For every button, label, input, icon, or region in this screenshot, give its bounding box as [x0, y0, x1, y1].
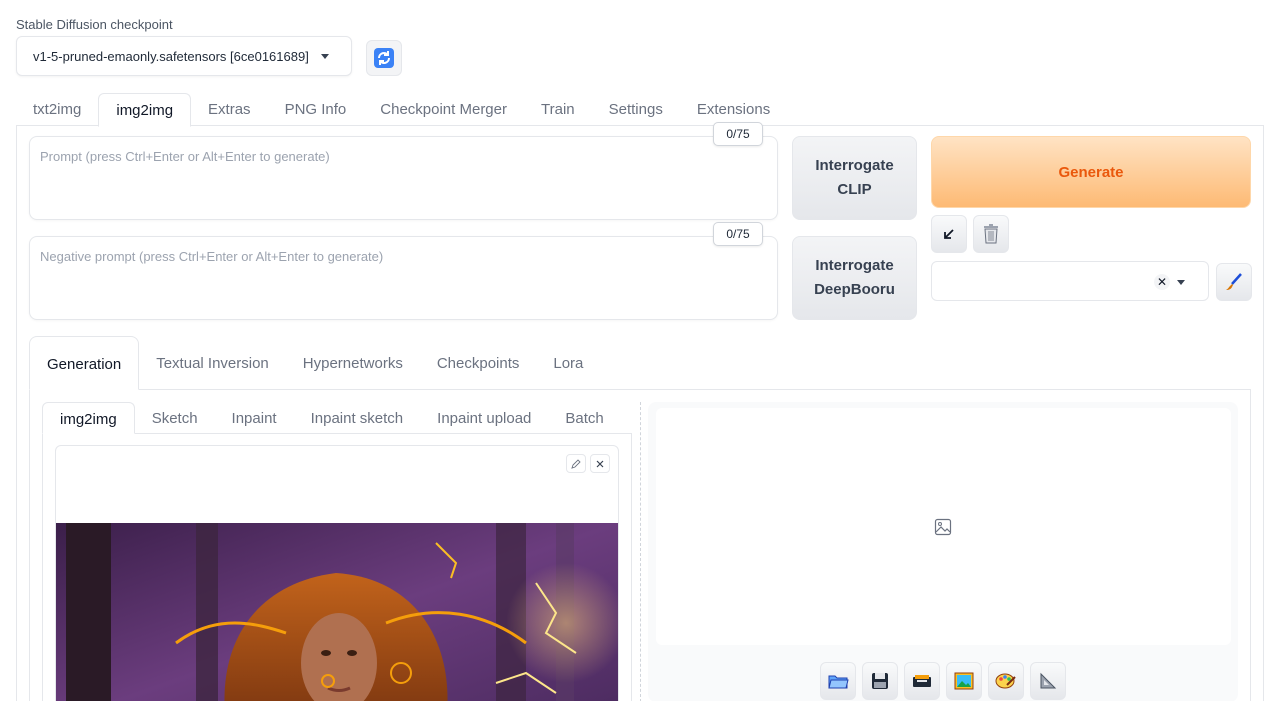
- save-icon: [872, 673, 888, 689]
- paintbrush-icon: [1226, 273, 1242, 290]
- tab-png-info[interactable]: PNG Info: [268, 93, 364, 127]
- prompt-placeholder: Prompt (press Ctrl+Enter or Alt+Enter to…: [40, 149, 330, 164]
- negative-prompt-placeholder: Negative prompt (press Ctrl+Enter or Alt…: [40, 249, 384, 264]
- edit-image-button[interactable]: [566, 454, 586, 473]
- input-image-preview: [56, 523, 618, 701]
- tab-txt2img[interactable]: txt2img: [16, 93, 98, 127]
- checkpoint-label: Stable Diffusion checkpoint: [16, 17, 173, 32]
- tab-train[interactable]: Train: [524, 93, 592, 127]
- image-placeholder-icon: [934, 518, 952, 536]
- trash-icon: [984, 224, 998, 244]
- negative-prompt-input[interactable]: Negative prompt (press Ctrl+Enter or Alt…: [29, 236, 778, 320]
- img2img-mode-tabs: img2img Sketch Inpaint Inpaint sketch In…: [42, 402, 621, 434]
- prompt-input[interactable]: Prompt (press Ctrl+Enter or Alt+Enter to…: [29, 136, 778, 220]
- generation-tabs: Generation Textual Inversion Hypernetwor…: [29, 336, 600, 390]
- interrogate-clip-button[interactable]: Interrogate CLIP: [792, 136, 917, 220]
- input-image-area[interactable]: [55, 445, 619, 701]
- tab-img2img-mode[interactable]: img2img: [42, 402, 135, 434]
- tab-textual-inversion[interactable]: Textual Inversion: [139, 336, 286, 390]
- tab-inpaint[interactable]: Inpaint: [215, 402, 294, 434]
- refresh-checkpoint-button[interactable]: [366, 40, 402, 76]
- arrow-down-left-icon: [944, 229, 954, 239]
- tab-img2img[interactable]: img2img: [98, 93, 192, 127]
- tab-inpaint-sketch[interactable]: Inpaint sketch: [294, 402, 421, 434]
- read-params-button[interactable]: [931, 215, 967, 253]
- tab-lora[interactable]: Lora: [536, 336, 600, 390]
- checkpoint-dropdown[interactable]: v1-5-pruned-emaonly.safetensors [6ce0161…: [16, 36, 352, 76]
- prompt-token-counter: 0/75: [713, 122, 763, 146]
- send-to-img2img-icon: [954, 672, 974, 690]
- clear-prompt-button[interactable]: [973, 215, 1009, 253]
- tab-generation[interactable]: Generation: [29, 336, 140, 390]
- send-to-inpaint-icon: [995, 673, 1016, 689]
- save-button[interactable]: [862, 662, 898, 700]
- output-image-area[interactable]: [656, 408, 1231, 645]
- open-folder-button[interactable]: [820, 662, 856, 700]
- generate-button[interactable]: Generate: [931, 136, 1251, 208]
- tab-sketch[interactable]: Sketch: [135, 402, 215, 434]
- edit-styles-button[interactable]: [1216, 263, 1252, 301]
- tab-inpaint-upload[interactable]: Inpaint upload: [420, 402, 548, 434]
- close-icon[interactable]: ✕: [1154, 274, 1170, 290]
- tab-checkpoint-merger[interactable]: Checkpoint Merger: [363, 93, 524, 127]
- checkpoint-value: v1-5-pruned-emaonly.safetensors [6ce0161…: [33, 48, 309, 64]
- folder-icon: [828, 675, 849, 689]
- send-to-inpaint-button[interactable]: [988, 662, 1024, 700]
- column-divider: [640, 402, 641, 701]
- zip-icon: [913, 675, 931, 687]
- send-to-extras-button[interactable]: [1030, 662, 1066, 700]
- tab-hypernetworks[interactable]: Hypernetworks: [286, 336, 420, 390]
- styles-dropdown[interactable]: ✕: [931, 261, 1209, 301]
- refresh-icon: [374, 48, 394, 68]
- remove-image-button[interactable]: [590, 454, 610, 473]
- zip-button[interactable]: [904, 662, 940, 700]
- interrogate-deepbooru-button[interactable]: Interrogate DeepBooru: [792, 236, 917, 320]
- tab-settings[interactable]: Settings: [592, 93, 680, 127]
- send-to-extras-icon: [1040, 672, 1057, 689]
- send-to-img2img-button[interactable]: [946, 662, 982, 700]
- pencil-icon: [571, 458, 581, 469]
- chevron-down-icon: [320, 53, 329, 59]
- tab-checkpoints[interactable]: Checkpoints: [420, 336, 537, 390]
- main-tabs: txt2img img2img Extras PNG Info Checkpoi…: [16, 93, 787, 127]
- negative-prompt-token-counter: 0/75: [713, 222, 763, 246]
- close-icon: [596, 460, 604, 467]
- tab-batch[interactable]: Batch: [548, 402, 620, 434]
- chevron-down-icon: [1177, 280, 1185, 285]
- tab-extras[interactable]: Extras: [191, 93, 268, 127]
